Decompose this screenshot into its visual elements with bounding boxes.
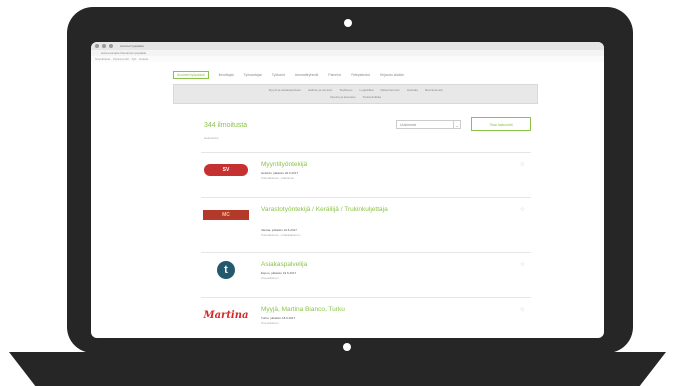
star-icon[interactable]: ☆	[520, 161, 525, 168]
company-logo: t	[201, 261, 251, 279]
nav-item-jobs[interactable]: Avoimet työpaikat	[173, 71, 209, 79]
subnav-item[interactable]: Tietotekniikka	[363, 95, 381, 99]
company-logo: Martina	[203, 309, 249, 321]
job-listing[interactable]: SV Myyntityöntekijä Helsinki, julkaistu …	[201, 152, 531, 193]
company-logo: MC	[201, 206, 251, 224]
company-logo: SV	[201, 161, 251, 179]
nav-item-login[interactable]: Kirjaudu sisään	[380, 73, 404, 77]
nav-item-advertisers[interactable]: Ilmoittajat	[219, 73, 234, 77]
browser-tab[interactable]: Avoimet työpaikat	[120, 44, 144, 48]
job-type: Kokoaikainen, määräaikainen	[261, 233, 301, 237]
subnav-item[interactable]: Myynti ja asiakaspalvelu	[269, 88, 301, 92]
top-navigation: Avoimet työpaikat Ilmoittajat Työnantaja…	[91, 70, 604, 80]
laptop-screen: Avoimet työpaikat www.example.fi/avoimet…	[91, 42, 604, 338]
nav-item-tools[interactable]: Työkalut	[272, 73, 285, 77]
job-alert-button[interactable]: Tilaa hakuvahti	[471, 117, 531, 131]
subnav-item[interactable]: Opetus ja kasvatus	[330, 95, 356, 99]
laptop-base	[9, 352, 666, 386]
subnav-item[interactable]: Hoitoala	[407, 88, 418, 92]
browser-title-bar: Avoimet työpaikat	[91, 42, 604, 50]
indicator-dot	[343, 343, 351, 351]
bookmarks-bar[interactable]: Sovellukset · Kirjanmerkit · Työ · Uutis…	[91, 56, 604, 62]
subnav-item[interactable]: Rakentaminen	[381, 88, 400, 92]
job-listing[interactable]: t Asiakaspalvelija Espoo, julkaistu 19.6…	[201, 252, 531, 293]
job-type: Osa-aikainen	[261, 276, 279, 280]
results-subtitle: Hakuehdot	[204, 136, 219, 140]
job-type: Osa-aikainen	[261, 321, 279, 325]
subnav-item[interactable]: Logistiikka	[359, 88, 373, 92]
star-icon[interactable]: ☆	[520, 261, 525, 268]
nav-item-services[interactable]: Palvelut	[328, 73, 340, 77]
category-subnav: Myynti ja asiakaspalvelu Hallinto ja toi…	[173, 84, 538, 104]
job-meta: Vantaa, julkaistu 19.6.2017	[261, 228, 297, 232]
sort-dropdown-button[interactable]: ⌄	[453, 120, 461, 129]
maximize-window-icon[interactable]	[109, 44, 113, 48]
nav-item-contact[interactable]: Yhteystiedot	[351, 73, 370, 77]
subnav-item[interactable]: Hallinto ja toimisto	[308, 88, 332, 92]
nav-item-categories[interactable]: Ammattiryhmät	[295, 73, 319, 77]
subnav-item[interactable]: Ravintola-ala	[425, 88, 443, 92]
sort-select[interactable]: Uusimmat	[396, 120, 454, 129]
minimize-window-icon[interactable]	[102, 44, 106, 48]
subnav-item[interactable]: Teollisuus	[339, 88, 352, 92]
camera-icon	[344, 19, 352, 27]
job-meta: Helsinki, julkaistu 20.6.2017	[261, 171, 299, 175]
job-title[interactable]: Myyntityöntekijä	[261, 161, 501, 169]
job-title[interactable]: Asiakaspalvelija	[261, 261, 501, 269]
job-listing[interactable]: Martina Myyjä, Martina Bianco, Turku Tur…	[201, 297, 531, 338]
job-title[interactable]: Varastotyöntekijä / Keräilijä / Trukinku…	[261, 206, 501, 214]
job-meta: Espoo, julkaistu 19.6.2017	[261, 271, 297, 275]
nav-item-employers[interactable]: Työnantajat	[244, 73, 262, 77]
job-meta: Turku, julkaistu 18.6.2017	[261, 316, 296, 320]
job-title[interactable]: Myyjä, Martina Bianco, Turku	[261, 306, 501, 314]
results-count: 344 ilmoitusta	[204, 122, 248, 129]
job-listing[interactable]: MC Varastotyöntekijä / Keräilijä / Truki…	[201, 197, 531, 248]
close-window-icon[interactable]	[95, 44, 99, 48]
star-icon[interactable]: ☆	[520, 306, 525, 313]
star-icon[interactable]: ☆	[520, 206, 525, 213]
job-type: Kokoaikainen, vakituinen	[261, 176, 295, 180]
